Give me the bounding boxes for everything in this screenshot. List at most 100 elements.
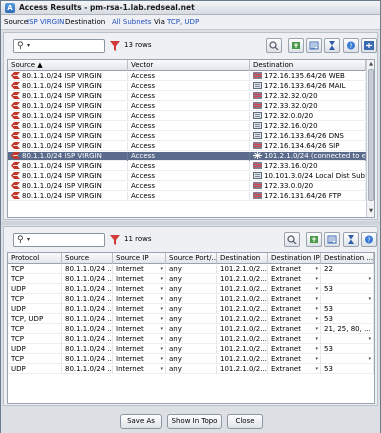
table-row[interactable]: UDP 80.1.1.0/24 ... Internet ▾ any 101.2.1.0/… (8, 345, 374, 354)
table-row[interactable]: 80.1.1.0/24 ISP VIRGIN Access 172.16.133.6… (8, 132, 366, 141)
table-row[interactable]: 80.1.1.0/24 ISP VIRGIN Access 172.16.135.6… (8, 72, 366, 81)
scroll-down-icon[interactable]: ▼ (367, 207, 374, 215)
cell-source-ip[interactable]: Internet ▾ (113, 305, 166, 314)
table-row[interactable]: TCP 80.1.1.0/24 ... Internet ▾ any 101.2.1.0/… (8, 295, 374, 304)
top-vertical-scrollbar[interactable]: ▲ ▼ (366, 60, 374, 217)
table-row[interactable]: 80.1.1.0/24 ISP VIRGIN Access 172.32.0.0/2… (8, 112, 366, 121)
dropdown-arrow-icon[interactable]: ▾ (315, 345, 318, 354)
cell-source-ip[interactable]: Internet ▾ (113, 285, 166, 294)
table-row[interactable]: 80.1.1.0/24 ISP VIRGIN Access 172.33.32.0/… (8, 102, 366, 111)
dropdown-arrow-icon[interactable]: ▾ (160, 335, 163, 344)
settings-button[interactable] (361, 38, 377, 53)
dropdown-arrow-icon[interactable]: ▾ (160, 285, 163, 294)
dropdown-arrow-icon[interactable]: ▾ (315, 305, 318, 314)
col-source-ip-header[interactable]: Source IP (113, 253, 166, 264)
col-source-header[interactable]: Source (62, 253, 113, 264)
show-in-topo-button[interactable]: Show In Topo (167, 414, 222, 429)
cell-destination-ip[interactable]: Extranet ▾ (268, 355, 321, 364)
table-row[interactable]: 80.1.1.0/24 ISP VIRGIN Access 172.32.32.0/… (8, 92, 366, 101)
col-destination-ip-header[interactable]: Destination IP (268, 253, 321, 264)
pane-splitter[interactable] (1, 221, 380, 225)
table-row[interactable]: 80.1.1.0/24 ISP VIRGIN Access 172.33.16.0/… (8, 162, 366, 171)
cell-destination-ip[interactable]: Extranet ▾ (268, 335, 321, 344)
dropdown-arrow-icon[interactable]: ▾ (315, 355, 318, 364)
via-link[interactable]: TCP, UDP (167, 18, 199, 26)
dropdown-arrow-icon[interactable]: ▾ (315, 365, 318, 374)
dropdown-arrow-icon[interactable]: ▾ (160, 365, 163, 374)
scroll-thumb[interactable] (368, 69, 374, 201)
help-button[interactable]: ? (361, 232, 377, 247)
dropdown-arrow-icon[interactable]: ▾ (315, 285, 318, 294)
details-button[interactable] (324, 232, 340, 247)
table-row[interactable]: TCP 80.1.1.0/24 ... Internet ▾ any 101.2.1.0/… (8, 325, 374, 334)
hourglass-button[interactable] (343, 232, 359, 247)
cell-source-ip[interactable]: Internet ▾ (113, 335, 166, 344)
table-row[interactable]: TCP 80.1.1.0/24 ... Internet ▾ any 101.2.1.0/… (8, 335, 374, 344)
dropdown-arrow-icon[interactable]: ▾ (315, 275, 318, 284)
cell-destination-ip[interactable]: Extranet ▾ (268, 275, 321, 284)
help-button[interactable]: ? (343, 38, 359, 53)
cell-source-ip[interactable]: Internet ▾ (113, 265, 166, 274)
table-row[interactable]: 80.1.1.0/24 ISP VIRGIN Access 101.2.1.0/24… (8, 152, 366, 161)
cell-source-ip[interactable]: Internet ▾ (113, 325, 166, 334)
dropdown-arrow-icon[interactable]: ▾ (160, 345, 163, 354)
find-button[interactable] (266, 38, 282, 53)
dropdown-arrow-icon[interactable]: ▾ (315, 295, 318, 304)
dropdown-arrow-icon[interactable]: ▾ (368, 295, 371, 304)
dropdown-arrow-icon[interactable]: ▾ (160, 305, 163, 314)
dropdown-arrow-icon[interactable]: ▾ (368, 335, 371, 344)
cell-destination-ip[interactable]: Extranet ▾ (268, 285, 321, 294)
dropdown-arrow-icon[interactable]: ▾ (368, 355, 371, 364)
export-button[interactable] (288, 38, 304, 53)
dropdown-arrow-icon[interactable]: ▾ (160, 355, 163, 364)
col-destination-header[interactable]: Destination (217, 253, 268, 264)
table-row[interactable]: 80.1.1.0/24 ISP VIRGIN Access 172.32.16.0/… (8, 122, 366, 131)
table-row[interactable]: 80.1.1.0/24 ISP VIRGIN Access 10.101.3.0/2… (8, 172, 366, 181)
close-button[interactable]: Close (227, 414, 263, 429)
col-protocol-header[interactable]: Protocol (8, 253, 62, 264)
dropdown-arrow-icon[interactable]: ▾ (315, 315, 318, 324)
table-row[interactable]: 80.1.1.0/24 ISP VIRGIN Access 172.16.134.6… (8, 142, 366, 151)
bottom-search-input[interactable]: ⚲ ▾ (13, 233, 105, 247)
cell-destination-ip[interactable]: Extranet ▾ (268, 365, 321, 374)
details-button[interactable] (306, 38, 322, 53)
table-row[interactable]: UDP 80.1.1.0/24 ... Internet ▾ any 101.2.1.0/… (8, 285, 374, 294)
dropdown-arrow-icon[interactable]: ▾ (315, 325, 318, 334)
cell-source-ip[interactable]: Internet ▾ (113, 275, 166, 284)
cell-destination-ip[interactable]: Extranet ▾ (268, 315, 321, 324)
col-source-header[interactable]: Source ▲ (8, 60, 128, 71)
table-row[interactable]: UDP 80.1.1.0/24 ... Internet ▾ any 101.2.1.0/… (8, 365, 374, 374)
scroll-up-icon[interactable]: ▲ (367, 60, 374, 68)
dropdown-arrow-icon[interactable]: ▾ (315, 335, 318, 344)
cell-destination-ip[interactable]: Extranet ▾ (268, 295, 321, 304)
cell-destination-ip[interactable]: Extranet ▾ (268, 305, 321, 314)
table-row[interactable]: 80.1.1.0/24 ISP VIRGIN Access 172.33.0.0/2… (8, 182, 366, 191)
cell-destination-ip[interactable]: Extranet ▾ (268, 265, 321, 274)
dropdown-arrow-icon[interactable]: ▾ (160, 315, 163, 324)
table-row[interactable]: UDP 80.1.1.0/24 ... Internet ▾ any 101.2.1.0/… (8, 305, 374, 314)
source-link[interactable]: ISP VIRGIN (27, 18, 64, 26)
find-button[interactable] (284, 232, 300, 247)
dropdown-arrow-icon[interactable]: ▾ (160, 295, 163, 304)
dropdown-arrow-icon[interactable]: ▾ (368, 275, 371, 284)
col-source-port-header[interactable]: Source Port/... (166, 253, 217, 264)
cell-source-ip[interactable]: Internet ▾ (113, 345, 166, 354)
cell-destination-ip[interactable]: Extranet ▾ (268, 345, 321, 354)
cell-source-ip[interactable]: Internet ▾ (113, 315, 166, 324)
table-row[interactable]: TCP, UDP 80.1.1.0/24 ... Internet ▾ any 101.2… (8, 315, 374, 324)
dropdown-arrow-icon[interactable]: ▾ (315, 265, 318, 274)
top-search-input[interactable]: ⚲ ▾ (13, 39, 105, 53)
table-row[interactable]: 80.1.1.0/24 ISP VIRGIN Access 172.16.133.6… (8, 82, 366, 91)
col-destination-port-header[interactable]: Destination ... (321, 253, 374, 264)
save-as-button[interactable]: Save As (120, 414, 162, 429)
col-vector-header[interactable]: Vector (128, 60, 250, 71)
export-button[interactable] (306, 232, 322, 247)
dropdown-arrow-icon[interactable]: ▾ (160, 275, 163, 284)
table-row[interactable]: 80.1.1.0/24 ISP VIRGIN Access 172.16.131.6… (8, 192, 366, 201)
destination-link[interactable]: All Subnets (112, 18, 151, 26)
cell-source-ip[interactable]: Internet ▾ (113, 295, 166, 304)
hourglass-button[interactable] (324, 38, 340, 53)
cell-source-ip[interactable]: Internet ▾ (113, 355, 166, 364)
dropdown-arrow-icon[interactable]: ▾ (160, 325, 163, 334)
col-destination-header[interactable]: Destination (250, 60, 366, 71)
